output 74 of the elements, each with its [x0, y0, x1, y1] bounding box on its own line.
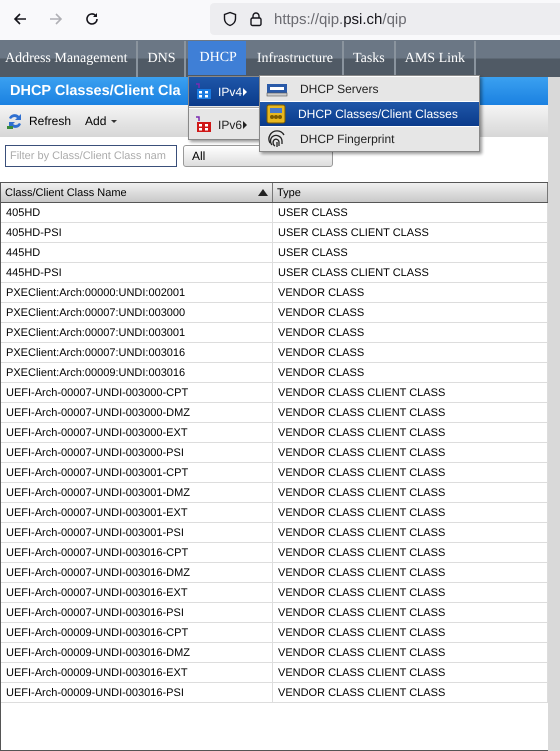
column-header[interactable]: Type — [273, 183, 548, 202]
table-cell: VENDOR CLASS CLIENT CLASS — [273, 543, 548, 562]
table-cell: PXEClient:Arch:00007:UNDI:003000 — [1, 303, 273, 322]
table-cell: VENDOR CLASS CLIENT CLASS — [273, 643, 548, 662]
back-arrow-icon — [12, 11, 28, 27]
table-cell: UEFI-Arch-00007-UNDI-003016-DMZ — [1, 563, 273, 582]
table-cell: VENDOR CLASS — [273, 323, 548, 342]
table-cell: UEFI-Arch-00007-UNDI-003016-PSI — [1, 603, 273, 622]
table-cell: VENDOR CLASS — [273, 283, 548, 302]
table-cell: USER CLASS — [273, 243, 548, 262]
table-cell: VENDOR CLASS CLIENT CLASS — [273, 663, 548, 682]
table-cell: VENDOR CLASS CLIENT CLASS — [273, 583, 548, 602]
table-cell: USER CLASS CLIENT CLASS — [273, 263, 548, 282]
table-cell: VENDOR CLASS CLIENT CLASS — [273, 443, 548, 462]
table-cell: UEFI-Arch-00007-UNDI-003000-DMZ — [1, 403, 273, 422]
filter-field[interactable]: Filter by Class/Client Class nam — [5, 145, 177, 167]
table-cell: VENDOR CLASS — [273, 303, 548, 322]
table-cell: UEFI-Arch-00007-UNDI-003000-PSI — [1, 443, 273, 462]
submenu-arrow-icon — [243, 88, 248, 96]
table-cell: UEFI-Arch-00009-UNDI-003016-PSI — [1, 683, 273, 702]
table-cell: VENDOR CLASS — [273, 363, 548, 382]
table-cell: PXEClient:Arch:00000:UNDI:002001 — [1, 283, 273, 302]
table-cell: VENDOR CLASS CLIENT CLASS — [273, 463, 548, 482]
table-cell: 405HD-PSI — [1, 223, 273, 242]
table-cell: UEFI-Arch-00007-UNDI-003001-CPT — [1, 463, 273, 482]
table-cell: UEFI-Arch-00009-UNDI-003016-CPT — [1, 623, 273, 642]
table-cell: VENDOR CLASS CLIENT CLASS — [273, 483, 548, 502]
reload-icon — [84, 11, 100, 27]
refresh-icon — [6, 112, 24, 130]
table-cell: VENDOR CLASS CLIENT CLASS — [273, 563, 548, 582]
classes-icon — [266, 104, 286, 124]
table-cell: UEFI-Arch-00007-UNDI-003001-EXT — [1, 503, 273, 522]
chip-icon — [195, 116, 212, 133]
table-cell: UEFI-Arch-00007-UNDI-003001-DMZ — [1, 483, 273, 502]
table-cell: UEFI-Arch-00007-UNDI-003016-CPT — [1, 543, 273, 562]
table-cell: VENDOR CLASS CLIENT CLASS — [273, 423, 548, 442]
table-cell: VENDOR CLASS CLIENT CLASS — [273, 503, 548, 522]
submenu-arrow-icon — [243, 120, 248, 128]
address-field[interactable]: https://qip.psi.ch/qip — [210, 3, 560, 35]
table-cell: VENDOR CLASS CLIENT CLASS — [273, 623, 548, 642]
menu-item[interactable]: DHCP Fingerprint — [260, 126, 479, 151]
url-text: https://qip.psi.ch/qip — [274, 10, 407, 28]
shield-icon — [222, 11, 238, 27]
table-cell: UEFI-Arch-00007-UNDI-003000-CPT — [1, 383, 273, 402]
table-cell: VENDOR CLASS CLIENT CLASS — [273, 523, 548, 542]
table-cell: UEFI-Arch-00009-UNDI-003016-DMZ — [1, 643, 273, 662]
table-cell: VENDOR CLASS CLIENT CLASS — [273, 603, 548, 622]
column-header[interactable]: Class/Client Class Name — [1, 183, 273, 202]
lock-icon — [248, 11, 264, 27]
add-button[interactable]: Add — [83, 112, 120, 130]
menu-item[interactable]: DHCP Classes/Client Classes — [260, 101, 479, 126]
table-cell: UEFI-Arch-00007-UNDI-003016-EXT — [1, 583, 273, 602]
table-cell: UEFI-Arch-00009-UNDI-003016-EXT — [1, 663, 273, 682]
table-cell: VENDOR CLASS CLIENT CLASS — [273, 683, 548, 702]
table-cell: PXEClient:Arch:00007:UNDI:003001 — [1, 323, 273, 342]
table-cell: VENDOR CLASS CLIENT CLASS — [273, 403, 548, 422]
nav-tab[interactable]: DHCP — [188, 41, 246, 75]
table-cell: PXEClient:Arch:00009:UNDI:003016 — [1, 363, 273, 382]
server-icon — [266, 81, 288, 97]
refresh-button[interactable]: Refresh — [4, 110, 74, 132]
table-cell: 405HD — [1, 203, 273, 222]
table-cell: USER CLASS CLIENT CLASS — [273, 223, 548, 242]
table-cell: VENDOR CLASS CLIENT CLASS — [273, 383, 548, 402]
table-cell: 445HD — [1, 243, 273, 262]
table-cell: UEFI-Arch-00007-UNDI-003001-PSI — [1, 523, 273, 542]
table-cell: VENDOR CLASS — [273, 343, 548, 362]
menu-item[interactable]: IPv4 — [189, 77, 261, 106]
forward-arrow-icon — [48, 11, 64, 27]
chip-icon — [195, 83, 212, 100]
table-cell: USER CLASS — [273, 203, 548, 222]
table-cell: 445HD-PSI — [1, 263, 273, 282]
table-cell: PXEClient:Arch:00007:UNDI:003016 — [1, 343, 273, 362]
caret-icon — [111, 120, 118, 122]
table-cell: UEFI-Arch-00007-UNDI-003000-EXT — [1, 423, 273, 442]
